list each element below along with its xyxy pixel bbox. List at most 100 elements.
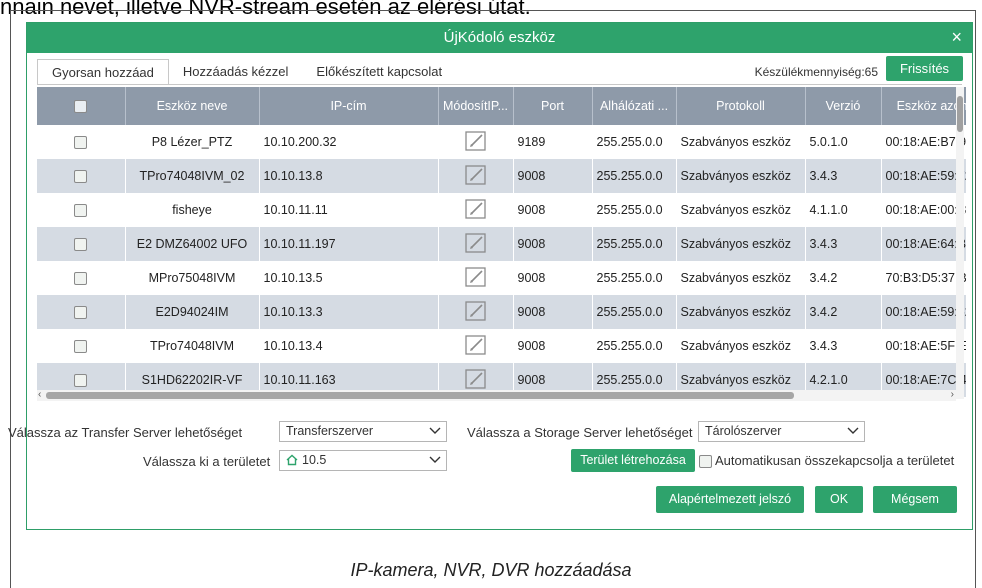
port-cell: 9008 <box>513 193 593 227</box>
edit-pencil-icon[interactable] <box>463 130 489 155</box>
column-header-protocol[interactable]: Protokoll <box>676 87 806 125</box>
modify-ip-cell <box>438 159 514 193</box>
column-header-ip[interactable]: IP-cím <box>259 87 439 125</box>
device-name-cell: TPro74048IVM_02 <box>125 159 260 193</box>
column-header-port[interactable]: Port <box>513 87 593 125</box>
table-row[interactable]: E2D94024IM 10.10.13.3 9008 255.255.0.0 Szabv… <box>37 295 966 329</box>
device-id-cell: 00:18:AE:64:B3 <box>881 227 966 261</box>
figure-caption: IP-kamera, NVR, DVR hozzáadása <box>350 560 632 580</box>
area-select[interactable]: 10.5 <box>279 450 447 471</box>
auto-connect-label: Automatikusan összekapcsolja a területet <box>715 453 955 468</box>
table-row[interactable]: E2 DMZ64002 UFO 10.10.11.197 9008 255.255.0… <box>37 227 966 261</box>
subnet-cell: 255.255.0.0 <box>592 261 677 295</box>
table-row[interactable]: MPro75048IVM 10.10.13.5 9008 255.255.0.0 Sza… <box>37 261 966 295</box>
create-area-button[interactable]: Terület létrehozása <box>571 449 695 472</box>
table-row[interactable]: TPro74048IVM 10.10.13.4 9008 255.255.0.0 Sza… <box>37 329 966 363</box>
edit-pencil-icon[interactable] <box>463 266 489 291</box>
subnet-cell: 255.255.0.0 <box>592 329 677 363</box>
edit-pencil-icon[interactable] <box>463 300 489 325</box>
column-header-modify-ip[interactable]: MódosítIP... <box>438 87 514 125</box>
area-value: 10.5 <box>302 453 327 467</box>
version-cell: 3.4.3 <box>805 159 882 193</box>
subnet-cell: 255.255.0.0 <box>592 227 677 261</box>
modify-ip-cell <box>438 193 514 227</box>
ip-cell: 10.10.13.5 <box>259 261 439 295</box>
tab-divider <box>37 84 962 85</box>
row-checkbox[interactable] <box>37 125 126 159</box>
version-cell: 3.4.2 <box>805 261 882 295</box>
area-label: Válassza ki a területet <box>143 454 271 469</box>
edit-pencil-icon[interactable] <box>463 164 489 189</box>
port-cell: 9008 <box>513 261 593 295</box>
ip-cell: 10.10.11.197 <box>259 227 439 261</box>
subnet-cell: 255.255.0.0 <box>592 125 677 159</box>
row-checkbox[interactable] <box>37 295 126 329</box>
select-all-checkbox[interactable] <box>37 87 126 125</box>
table-row[interactable]: fisheye 10.10.11.11 9008 255.255.0.0 Szabván… <box>37 193 966 227</box>
edit-pencil-icon[interactable] <box>463 368 489 393</box>
tab-prepared-connection[interactable]: Előkészített kapcsolat <box>302 59 456 85</box>
table-row[interactable]: P8 Lézer_PTZ 10.10.200.32 9189 255.255.0.0 S… <box>37 125 966 159</box>
row-checkbox[interactable] <box>37 261 126 295</box>
chevron-down-icon <box>429 423 441 442</box>
vertical-scrollbar[interactable] <box>956 87 964 399</box>
edit-pencil-icon[interactable] <box>463 198 489 223</box>
tab-quick-add[interactable]: Gyorsan hozzáad <box>37 59 169 85</box>
device-name-cell: TPro74048IVM <box>125 329 260 363</box>
column-header-device-name[interactable]: Eszköz neve <box>125 87 260 125</box>
ip-cell: 10.10.11.11 <box>259 193 439 227</box>
auto-connect-checkbox-box[interactable] <box>699 455 712 469</box>
horizontal-scrollbar[interactable]: ‹ › <box>37 389 956 401</box>
default-password-button[interactable]: Alapértelmezett jelszó <box>656 486 804 513</box>
close-icon[interactable]: × <box>951 27 962 47</box>
column-header-version[interactable]: Verzió <box>805 87 882 125</box>
device-id-cell: 00:18:AE:59:72 <box>881 159 966 193</box>
cancel-button[interactable]: Mégsem <box>873 486 957 513</box>
refresh-button[interactable]: Frissítés <box>886 56 963 81</box>
subnet-cell: 255.255.0.0 <box>592 193 677 227</box>
port-cell: 9189 <box>513 125 593 159</box>
tab-bar: Gyorsan hozzáad Hozzáadás kézzel Előkész… <box>37 59 456 85</box>
port-cell: 9008 <box>513 159 593 193</box>
device-id-cell: 00:18:AE:B7:91 <box>881 125 966 159</box>
chevron-down-icon <box>429 452 441 471</box>
new-encoder-dialog: ÚjKódoló eszköz × Gyorsan hozzáad Hozzáa… <box>8 22 973 530</box>
row-checkbox[interactable] <box>37 329 126 363</box>
row-checkbox[interactable] <box>37 159 126 193</box>
protocol-cell: Szabványos eszköz <box>676 159 806 193</box>
table-row[interactable]: TPro74048IVM_02 10.10.13.8 9008 255.255.0.0… <box>37 159 966 193</box>
device-id-cell: 00:18:AE:00:28 <box>881 193 966 227</box>
subnet-cell: 255.255.0.0 <box>592 159 677 193</box>
row-checkbox[interactable] <box>37 193 126 227</box>
ip-cell: 10.10.13.8 <box>259 159 439 193</box>
transfer-server-select[interactable]: Transferszerver <box>279 421 447 442</box>
table-header-row: Eszköz neve IP-cím MódosítIP... Port Alh… <box>37 87 966 125</box>
auto-connect-area-checkbox[interactable]: Automatikusan összekapcsolja a területet <box>699 453 955 469</box>
edit-pencil-icon[interactable] <box>463 334 489 359</box>
subnet-cell: 255.255.0.0 <box>592 295 677 329</box>
ok-button[interactable]: OK <box>815 486 863 513</box>
version-cell: 3.4.2 <box>805 295 882 329</box>
transfer-server-value: Transferszerver <box>286 424 374 438</box>
protocol-cell: Szabványos eszköz <box>676 295 806 329</box>
chevron-down-icon <box>847 423 859 442</box>
tab-manual-add[interactable]: Hozzáadás kézzel <box>169 59 303 85</box>
protocol-cell: Szabványos eszköz <box>676 193 806 227</box>
modify-ip-cell <box>438 227 514 261</box>
storage-server-select[interactable]: Tárolószerver <box>698 421 865 442</box>
row-checkbox[interactable] <box>37 227 126 261</box>
column-header-subnet[interactable]: Alhálózati ... <box>592 87 677 125</box>
protocol-cell: Szabványos eszköz <box>676 125 806 159</box>
device-id-cell: 00:18:AE:59:52 <box>881 295 966 329</box>
version-cell: 5.0.1.0 <box>805 125 882 159</box>
edit-pencil-icon[interactable] <box>463 232 489 257</box>
column-header-device-id[interactable]: Eszköz azon <box>881 87 966 125</box>
device-name-cell: fisheye <box>125 193 260 227</box>
device-name-cell: P8 Lézer_PTZ <box>125 125 260 159</box>
version-cell: 3.4.3 <box>805 329 882 363</box>
ip-cell: 10.10.13.3 <box>259 295 439 329</box>
storage-server-value: Tárolószerver <box>705 424 782 438</box>
device-name-cell: E2 DMZ64002 UFO <box>125 227 260 261</box>
modify-ip-cell <box>438 125 514 159</box>
device-name-cell: MPro75048IVM <box>125 261 260 295</box>
